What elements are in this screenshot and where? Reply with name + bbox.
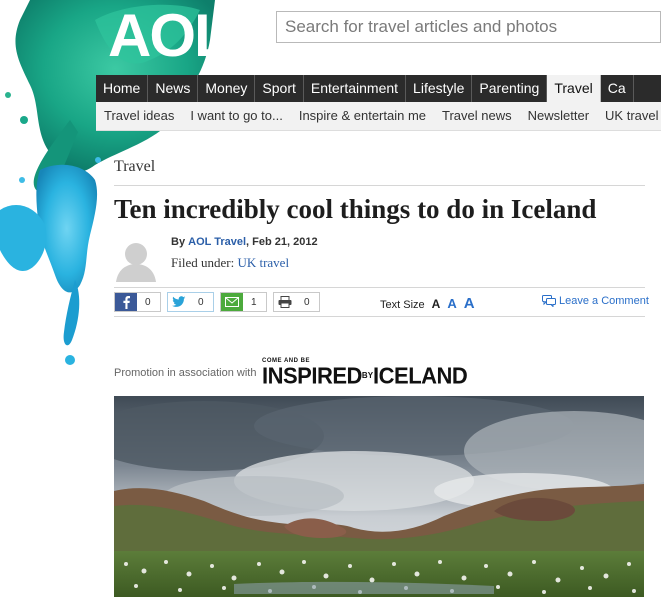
subnav-item-newsletter[interactable]: Newsletter — [520, 102, 597, 130]
text-size-medium-button[interactable]: A — [447, 296, 456, 311]
inspired-by-iceland-logo[interactable]: COME AND BE INSPIREDBYICELAND — [262, 358, 468, 389]
divider — [114, 185, 645, 186]
subnav-item-i-want-to-go[interactable]: I want to go to... — [182, 102, 291, 130]
nav-item-lifestyle[interactable]: Lifestyle — [406, 75, 473, 102]
nav-item-entertainment[interactable]: Entertainment — [304, 75, 407, 102]
printer-icon — [274, 293, 296, 311]
promo-logo-by: BY — [361, 370, 374, 381]
publish-date: , Feb 21, 2012 — [246, 236, 318, 248]
nav-item-parenting[interactable]: Parenting — [472, 75, 548, 102]
email-count: 1 — [251, 296, 257, 308]
leave-comment-link[interactable]: Leave a Comment — [542, 295, 649, 307]
twitter-bird-icon — [168, 293, 190, 311]
promo-logo-wordmark: INSPIREDBYICELAND — [262, 362, 468, 389]
nav-item-home[interactable]: Home — [96, 75, 149, 102]
section-label[interactable]: Travel — [114, 158, 155, 176]
search-box[interactable] — [276, 11, 661, 43]
author-avatar — [114, 238, 158, 282]
email-share-button[interactable]: 1 — [220, 292, 267, 312]
speech-bubble-icon — [542, 295, 556, 307]
subnav-item-travel-news[interactable]: Travel news — [434, 102, 520, 130]
byline-prefix: By — [171, 236, 186, 248]
promo-logo-iceland: ICELAND — [373, 362, 468, 389]
leave-comment-label: Leave a Comment — [559, 295, 649, 307]
facebook-count: 0 — [145, 296, 151, 308]
nav-item-sport[interactable]: Sport — [255, 75, 304, 102]
facebook-icon — [115, 293, 137, 311]
print-count: 0 — [304, 296, 310, 308]
envelope-icon — [221, 293, 243, 311]
facebook-share-button[interactable]: 0 — [114, 292, 161, 312]
twitter-count: 0 — [198, 296, 204, 308]
main-nav: Home News Money Sport Entertainment Life… — [96, 75, 661, 102]
filed-under: Filed under: UK travel — [171, 255, 289, 271]
print-button[interactable]: 0 — [273, 292, 320, 312]
text-size-large-button[interactable]: A — [464, 295, 475, 312]
divider — [114, 316, 645, 317]
nav-item-money[interactable]: Money — [198, 75, 256, 102]
subnav-item-inspire[interactable]: Inspire & entertain me — [291, 102, 434, 130]
article-title: Ten incredibly cool things to do in Icel… — [114, 194, 597, 224]
divider — [114, 287, 645, 288]
filed-under-tag[interactable]: UK travel — [237, 255, 289, 270]
promotion-text: Promotion in association with — [114, 367, 257, 379]
promo-logo-inspired: INSPIRED — [262, 362, 362, 389]
subnav-item-travel-ideas[interactable]: Travel ideas — [96, 102, 182, 130]
nav-item-news[interactable]: News — [148, 75, 199, 102]
subnav-item-uk-travel[interactable]: UK travel — [597, 102, 661, 130]
byline: By AOL Travel, Feb 21, 2012 — [171, 236, 318, 248]
text-size-label: Text Size — [380, 299, 425, 311]
nav-item-travel[interactable]: Travel — [547, 75, 601, 102]
iceland-landscape-photo[interactable] — [114, 396, 644, 597]
filed-under-label: Filed under: — [171, 255, 235, 270]
text-size-small-button[interactable]: A — [432, 297, 441, 311]
sub-nav: Travel ideas I want to go to... Inspire … — [96, 102, 661, 131]
search-input[interactable] — [277, 12, 660, 42]
nav-item-cars[interactable]: Ca — [601, 75, 634, 102]
twitter-share-button[interactable]: 0 — [167, 292, 214, 312]
author-link[interactable]: AOL Travel — [188, 236, 246, 248]
text-size-control: Text Size A A A — [380, 295, 475, 312]
aol-logo[interactable]: AOL — [108, 6, 231, 66]
